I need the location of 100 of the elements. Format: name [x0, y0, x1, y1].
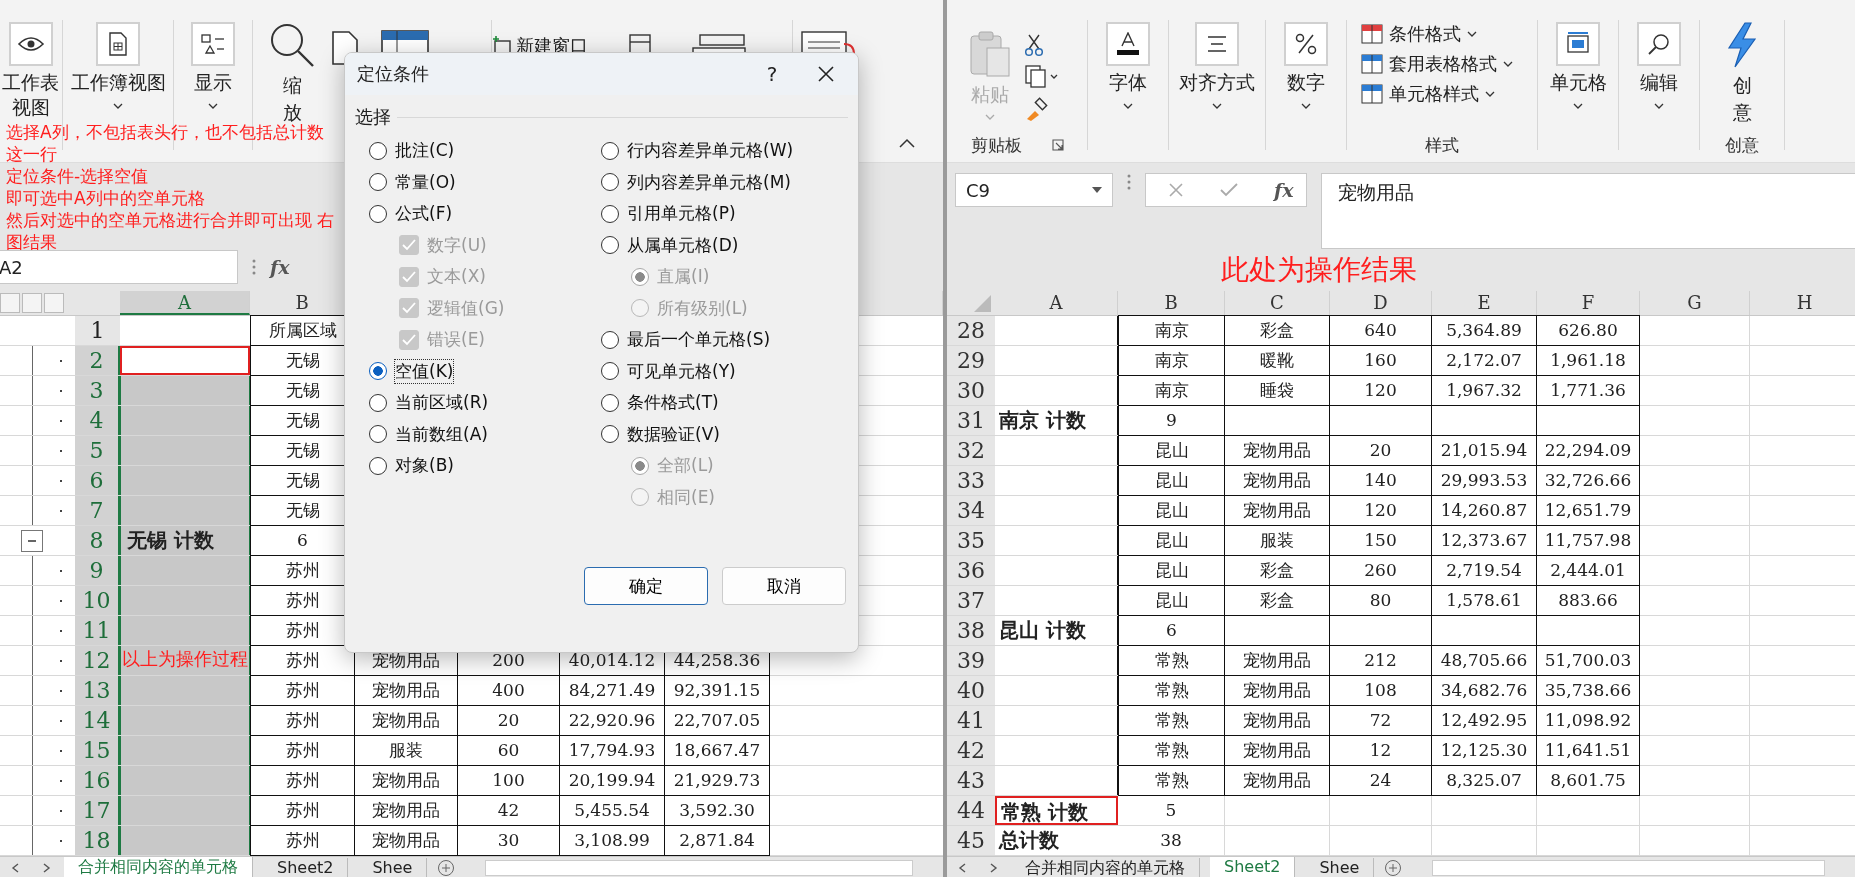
- row-number[interactable]: 6: [75, 466, 120, 495]
- radio-button[interactable]: [601, 141, 619, 160]
- help-button[interactable]: ?: [750, 61, 794, 87]
- radio-button[interactable]: [601, 425, 619, 444]
- radio-button[interactable]: [601, 393, 619, 412]
- column-header[interactable]: E: [1432, 291, 1537, 315]
- column-header[interactable]: A: [120, 291, 250, 315]
- row-number[interactable]: 31: [947, 406, 995, 435]
- column-header[interactable]: H: [1750, 291, 1855, 315]
- radio-button[interactable]: [369, 141, 387, 160]
- sheet-tab[interactable]: Shee: [1305, 858, 1375, 877]
- row-number[interactable]: 44: [947, 796, 995, 825]
- row-number[interactable]: 42: [947, 736, 995, 765]
- magnifier-icon[interactable]: [269, 22, 315, 68]
- row-number[interactable]: 29: [947, 346, 995, 375]
- number-button[interactable]: 数字: [1287, 70, 1325, 95]
- alignment-button[interactable]: 对齐方式: [1179, 70, 1255, 95]
- font-button[interactable]: 字体: [1109, 70, 1147, 95]
- row-number[interactable]: 10: [75, 586, 120, 615]
- column-header[interactable]: D: [1330, 291, 1432, 315]
- percent-icon[interactable]: [1284, 22, 1328, 66]
- sheet-tab[interactable]: 合并相同内容的单元格: [64, 857, 253, 877]
- column-header[interactable]: G: [1640, 291, 1750, 315]
- row-number[interactable]: 45: [947, 826, 995, 855]
- row-number[interactable]: 13: [75, 676, 120, 705]
- radio-button[interactable]: [601, 330, 619, 349]
- radio-button[interactable]: [601, 236, 619, 255]
- add-sheet-icon[interactable]: [1384, 859, 1403, 877]
- row-number[interactable]: 35: [947, 526, 995, 555]
- style-menu-button[interactable]: 条件格式: [1389, 22, 1461, 46]
- row-number[interactable]: 28: [947, 316, 995, 345]
- copy-icon[interactable]: [1025, 65, 1059, 89]
- align-icon[interactable]: [1195, 22, 1239, 66]
- column-header[interactable]: C: [1225, 291, 1330, 315]
- radio-button[interactable]: [369, 393, 387, 412]
- row-number[interactable]: 17: [75, 796, 120, 825]
- format-painter-icon[interactable]: [1025, 97, 1049, 121]
- sheet-tab[interactable]: Sheet2: [263, 858, 349, 877]
- formula-field[interactable]: 宠物用品: [1320, 173, 1855, 249]
- horizontal-scrollbar[interactable]: [485, 860, 913, 876]
- radio-button[interactable]: [601, 173, 619, 192]
- font-icon[interactable]: [1106, 22, 1150, 66]
- row-number[interactable]: 18: [75, 826, 120, 855]
- workbook-view-button[interactable]: 工作簿视图: [70, 70, 166, 95]
- row-number[interactable]: 38: [947, 616, 995, 645]
- row-number[interactable]: 3: [75, 376, 120, 405]
- workbook-icon[interactable]: [96, 22, 140, 66]
- row-number[interactable]: 39: [947, 646, 995, 675]
- row-number[interactable]: 33: [947, 466, 995, 495]
- sheet-tab[interactable]: Sheet2: [1210, 857, 1296, 877]
- check-icon[interactable]: [1220, 183, 1238, 197]
- horizontal-scrollbar[interactable]: [1432, 860, 1825, 876]
- ideas-button[interactable]: 创意: [1732, 72, 1752, 126]
- row-number[interactable]: 32: [947, 436, 995, 465]
- row-number[interactable]: 34: [947, 496, 995, 525]
- insert-function-button[interactable]: fx: [1274, 179, 1294, 201]
- radio-button[interactable]: [369, 425, 387, 444]
- row-number[interactable]: 16: [75, 766, 120, 795]
- column-header[interactable]: B: [1118, 291, 1225, 315]
- search-icon[interactable]: [1637, 22, 1681, 66]
- cut-icon[interactable]: [1025, 33, 1043, 57]
- name-box[interactable]: A2: [0, 250, 238, 284]
- collapse-ribbon-icon[interactable]: [899, 138, 915, 148]
- dialog-launcher-icon[interactable]: [1051, 139, 1064, 151]
- collapse-icon[interactable]: [21, 529, 43, 552]
- show-button[interactable]: 显示: [194, 70, 232, 95]
- insert-function-button[interactable]: fx: [270, 256, 290, 278]
- radio-button[interactable]: [369, 362, 387, 381]
- row-number[interactable]: 14: [75, 706, 120, 735]
- cells-icon[interactable]: [1556, 22, 1600, 66]
- style-menu-button[interactable]: 单元格样式: [1389, 82, 1479, 106]
- cells-button[interactable]: 单元格: [1549, 70, 1607, 95]
- sheet-view-button[interactable]: 工作表视图: [0, 70, 62, 120]
- radio-button[interactable]: [369, 456, 387, 475]
- row-number[interactable]: 1: [75, 316, 120, 345]
- editing-button[interactable]: 编辑: [1640, 70, 1678, 95]
- dialog-button[interactable]: 取消: [722, 567, 846, 605]
- close-icon[interactable]: [818, 66, 834, 82]
- table-style-icon[interactable]: [1361, 24, 1383, 44]
- radio-button[interactable]: [601, 362, 619, 381]
- dialog-button[interactable]: 确定: [584, 567, 708, 605]
- row-number[interactable]: 36: [947, 556, 995, 585]
- radio-button[interactable]: [601, 204, 619, 223]
- row-number[interactable]: 15: [75, 736, 120, 765]
- table-style-icon[interactable]: [1361, 54, 1383, 74]
- row-number[interactable]: 5: [75, 436, 120, 465]
- row-number[interactable]: 37: [947, 586, 995, 615]
- row-number[interactable]: 2: [75, 346, 120, 375]
- column-header[interactable]: A: [995, 291, 1118, 315]
- row-number[interactable]: 11: [75, 616, 120, 645]
- lightning-icon[interactable]: [1725, 22, 1759, 68]
- column-header[interactable]: F: [1537, 291, 1640, 315]
- row-number[interactable]: 43: [947, 766, 995, 795]
- radio-button[interactable]: [369, 204, 387, 223]
- style-menu-button[interactable]: 套用表格格式: [1389, 52, 1497, 76]
- row-number[interactable]: 7: [75, 496, 120, 525]
- name-box[interactable]: C9: [955, 173, 1113, 207]
- row-number[interactable]: 12: [75, 646, 120, 675]
- row-number[interactable]: 41: [947, 706, 995, 735]
- row-number[interactable]: 30: [947, 376, 995, 405]
